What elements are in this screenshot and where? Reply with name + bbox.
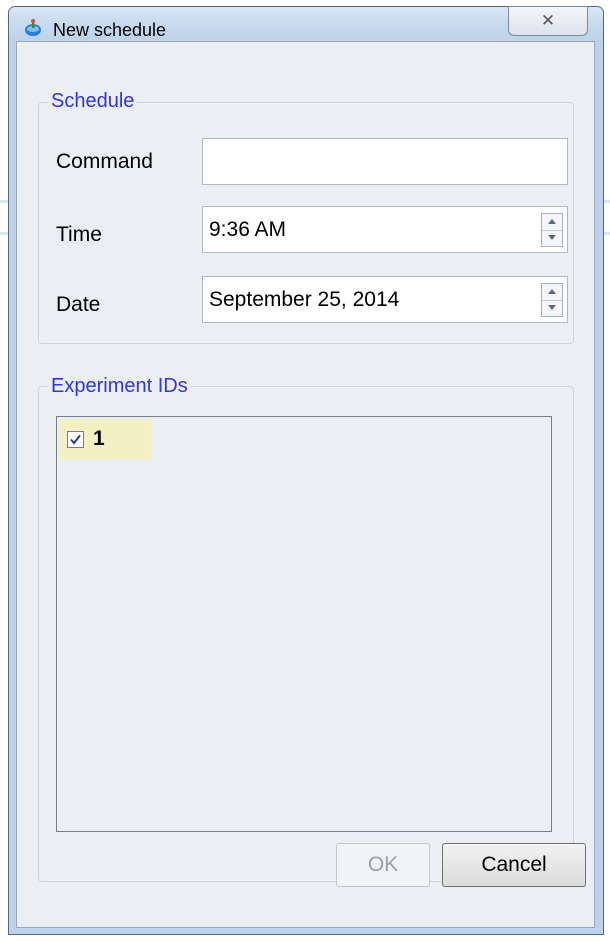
date-spinner[interactable] (541, 283, 563, 317)
date-decrement-button[interactable] (542, 300, 562, 316)
window-title: New schedule (53, 20, 167, 40)
time-spinner[interactable] (541, 213, 563, 247)
date-increment-button[interactable] (542, 284, 562, 301)
close-icon: ✕ (540, 11, 556, 30)
cancel-button[interactable]: Cancel (442, 843, 586, 887)
arrow-down-icon (548, 235, 556, 240)
time-increment-button[interactable] (542, 214, 562, 231)
date-input[interactable]: September 25, 2014 (202, 276, 568, 323)
checkmark-icon (70, 434, 81, 445)
close-button[interactable]: ✕ (508, 6, 588, 36)
ok-button[interactable]: OK (336, 843, 430, 887)
experiment-id-label: 1 (93, 427, 105, 450)
time-label: Time (56, 223, 102, 246)
arrow-down-icon (548, 305, 556, 310)
experiment-ids-legend: Experiment IDs (49, 375, 190, 398)
dialog-window: New schedule ✕ Schedule Command Time 9:3… (8, 6, 604, 935)
arrow-up-icon (548, 219, 556, 224)
experiment-checkbox[interactable] (67, 431, 84, 448)
title-bar[interactable]: New schedule ✕ (9, 6, 603, 41)
dialog-content: Schedule Command Time 9:36 AM Date Septe… (16, 41, 595, 928)
schedule-legend: Schedule (49, 90, 137, 113)
app-logo-icon (23, 18, 43, 38)
time-value: 9:36 AM (209, 218, 287, 241)
experiment-id-list[interactable]: 1 (56, 416, 552, 832)
command-label: Command (56, 150, 153, 173)
arrow-up-icon (548, 289, 556, 294)
time-input[interactable]: 9:36 AM (202, 206, 568, 253)
command-input[interactable] (202, 138, 568, 185)
date-label: Date (56, 293, 101, 316)
date-value: September 25, 2014 (209, 288, 400, 311)
time-decrement-button[interactable] (542, 230, 562, 246)
list-item[interactable]: 1 (59, 419, 151, 459)
